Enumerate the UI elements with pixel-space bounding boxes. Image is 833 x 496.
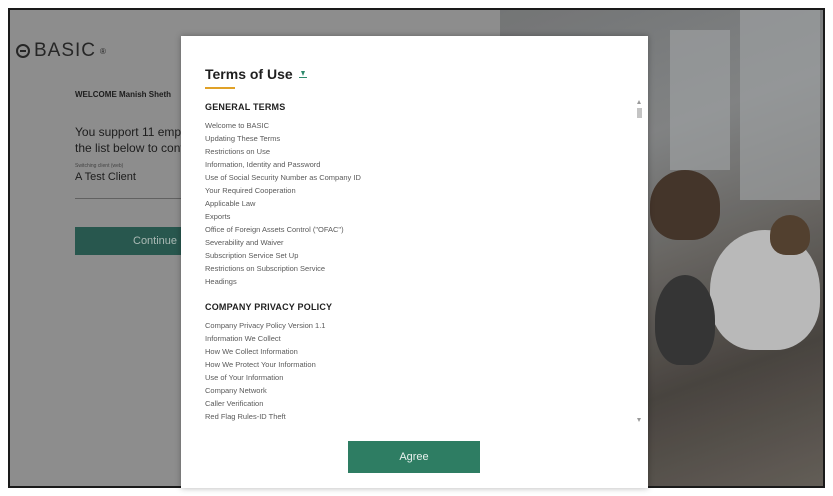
scrollbar-thumb[interactable]: [637, 108, 642, 118]
terms-of-use-dialog: Terms of Use GENERAL TERMS Welcome to BA…: [181, 36, 648, 488]
section-general-terms: GENERAL TERMS Welcome to BASIC Updating …: [205, 102, 635, 288]
toc-link[interactable]: Information, Identity and Password: [205, 158, 635, 171]
toc-link[interactable]: Severability and Waiver: [205, 236, 635, 249]
toc-link[interactable]: Use of Social Security Number as Company…: [205, 171, 635, 184]
vertical-scrollbar[interactable]: [637, 100, 642, 422]
toc-link[interactable]: Welcome to BASIC: [205, 119, 635, 132]
section-heading: COMPANY PRIVACY POLICY: [205, 302, 333, 312]
toc-link[interactable]: Updating These Terms: [205, 132, 635, 145]
title-underline: [205, 87, 235, 89]
toc-link[interactable]: Restrictions on Subscription Service: [205, 262, 635, 275]
toc-link[interactable]: Office of Foreign Assets Control ("OFAC"…: [205, 223, 635, 236]
section-company-privacy-policy: COMPANY PRIVACY POLICY Company Privacy P…: [205, 302, 635, 423]
toc-link[interactable]: How We Protect Your Information: [205, 358, 635, 371]
toc-link[interactable]: Use of Your Information: [205, 371, 635, 384]
toc-link[interactable]: Information We Collect: [205, 332, 635, 345]
toc-link[interactable]: Company Privacy Policy Version 1.1: [205, 319, 635, 332]
scroll-up-arrow-icon[interactable]: [637, 100, 641, 104]
toc-link[interactable]: Subscription Service Set Up: [205, 249, 635, 262]
toc-link[interactable]: Applicable Law: [205, 197, 635, 210]
download-icon[interactable]: [298, 69, 307, 79]
toc-link[interactable]: Headings: [205, 275, 635, 288]
scroll-down-arrow-icon[interactable]: [637, 418, 641, 422]
toc-link[interactable]: How We Collect Information: [205, 345, 635, 358]
toc-link[interactable]: Exports: [205, 210, 635, 223]
toc-link[interactable]: Company Network: [205, 384, 635, 397]
toc-link[interactable]: Caller Verification: [205, 397, 635, 410]
dialog-title: Terms of Use: [205, 66, 307, 82]
terms-scroll-area[interactable]: GENERAL TERMS Welcome to BASIC Updating …: [205, 102, 635, 424]
toc-link[interactable]: Red Flag Rules-ID Theft: [205, 410, 635, 423]
dialog-title-text: Terms of Use: [205, 66, 293, 82]
toc-link[interactable]: Restrictions on Use: [205, 145, 635, 158]
section-heading: GENERAL TERMS: [205, 102, 286, 112]
agree-button[interactable]: Agree: [348, 441, 480, 473]
toc-link[interactable]: Your Required Cooperation: [205, 184, 635, 197]
